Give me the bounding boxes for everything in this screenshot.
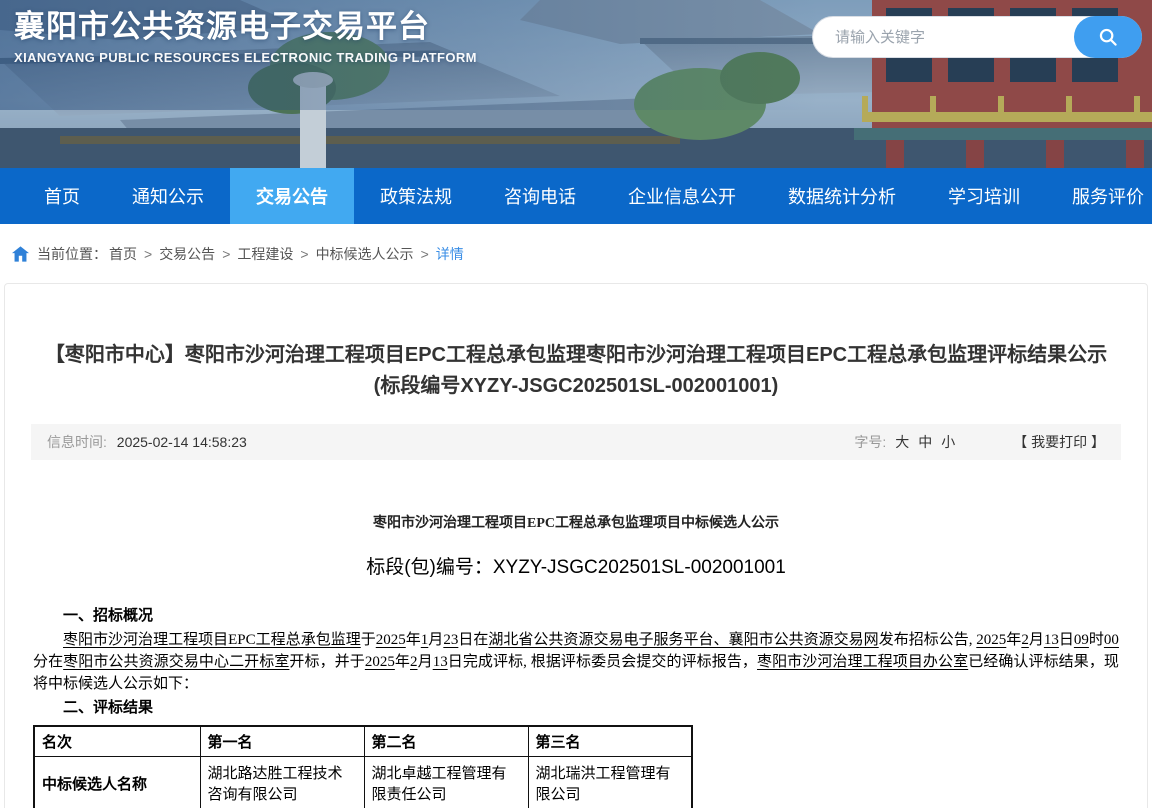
table-row: 中标候选人名称 湖北路达胜工程技术咨询有限公司 湖北卓越工程管理有限责任公司 湖… bbox=[34, 757, 692, 808]
site-search bbox=[812, 16, 1142, 58]
bid-section-code: 标段(包)编号：XYZY-JSGC202501SL-002001001 bbox=[33, 552, 1119, 579]
fontsize-large-button[interactable]: 大 bbox=[895, 432, 909, 452]
article-title: 【枣阳市中心】枣阳市沙河治理工程项目EPC工程总承包监理枣阳市沙河治理工程项目E… bbox=[39, 340, 1113, 402]
site-banner: 襄阳市公共资源电子交易平台 XIANGYANG PUBLIC RESOURCES… bbox=[0, 0, 1152, 168]
overview-paragraph: 枣阳市沙河治理工程项目EPC工程总承包监理于2025年1月23日在湖北省公共资源… bbox=[33, 629, 1119, 695]
breadcrumb-item-trade-announcements[interactable]: 交易公告 bbox=[159, 244, 215, 264]
breadcrumb-separator: > bbox=[144, 246, 152, 262]
search-input[interactable] bbox=[813, 17, 1069, 57]
nav-item-consult-phone[interactable]: 咨询电话 bbox=[478, 168, 602, 224]
section2-title: 二、评标结果 bbox=[33, 697, 1119, 719]
row-label-candidate-name: 中标候选人名称 bbox=[34, 757, 200, 808]
nav-item-training[interactable]: 学习培训 bbox=[922, 168, 1046, 224]
document-body: 枣阳市沙河治理工程项目EPC工程总承包监理项目中标候选人公示 标段(包)编号：X… bbox=[5, 512, 1147, 808]
breadcrumb-separator: > bbox=[421, 246, 429, 262]
nav-item-policies[interactable]: 政策法规 bbox=[354, 168, 478, 224]
candidate-second: 湖北卓越工程管理有限责任公司 bbox=[364, 757, 528, 808]
section1-title: 一、招标概况 bbox=[33, 605, 1119, 627]
fontsize-label: 字号: bbox=[854, 432, 886, 452]
site-subtitle: XIANGYANG PUBLIC RESOURCES ELECTRONIC TR… bbox=[14, 50, 477, 65]
breadcrumb-separator: > bbox=[222, 246, 230, 262]
print-button[interactable]: 【 我要打印 】 bbox=[1013, 432, 1105, 452]
home-icon bbox=[12, 246, 29, 262]
result-table: 名次 第一名 第二名 第三名 中标候选人名称 湖北路达胜工程技术咨询有限公司 湖… bbox=[33, 725, 693, 808]
nav-item-trade-announcements[interactable]: 交易公告 bbox=[230, 168, 354, 224]
site-brand: 襄阳市公共资源电子交易平台 XIANGYANG PUBLIC RESOURCES… bbox=[14, 8, 477, 65]
fontsize-small-button[interactable]: 小 bbox=[941, 432, 955, 452]
search-button[interactable] bbox=[1074, 16, 1142, 58]
table-header-first: 第一名 bbox=[200, 726, 364, 757]
main-nav: 首页 通知公示 交易公告 政策法规 咨询电话 企业信息公开 数据统计分析 学习培… bbox=[0, 168, 1152, 224]
fontsize-medium-button[interactable]: 中 bbox=[918, 432, 932, 452]
search-icon bbox=[1097, 26, 1119, 48]
time-value: 2025-02-14 14:58:23 bbox=[117, 434, 247, 450]
breadcrumb-prefix: 当前位置： bbox=[37, 244, 107, 264]
candidate-third: 湖北瑞洪工程管理有限公司 bbox=[528, 757, 692, 808]
nav-item-notices[interactable]: 通知公示 bbox=[106, 168, 230, 224]
nav-item-enterprise-info[interactable]: 企业信息公开 bbox=[602, 168, 762, 224]
table-header-rank: 名次 bbox=[34, 726, 200, 757]
breadcrumb-item-engineering[interactable]: 工程建设 bbox=[237, 244, 293, 264]
breadcrumb-separator: > bbox=[300, 246, 308, 262]
breadcrumb-item-winner-publicity[interactable]: 中标候选人公示 bbox=[316, 244, 414, 264]
breadcrumb-item-home[interactable]: 首页 bbox=[109, 244, 137, 264]
nav-item-service-rating[interactable]: 服务评价 bbox=[1046, 168, 1152, 224]
nav-item-statistics[interactable]: 数据统计分析 bbox=[762, 168, 922, 224]
document-heading: 枣阳市沙河治理工程项目EPC工程总承包监理项目中标候选人公示 bbox=[33, 512, 1119, 532]
breadcrumb-item-detail: 详情 bbox=[436, 244, 464, 264]
article-meta-time: 信息时间: 2025-02-14 14:58:23 bbox=[47, 432, 247, 452]
article-meta-tools: 字号: 大 中 小 【 我要打印 】 bbox=[854, 432, 1105, 452]
article-meta-bar: 信息时间: 2025-02-14 14:58:23 字号: 大 中 小 【 我要… bbox=[31, 424, 1121, 460]
table-header-second: 第二名 bbox=[364, 726, 528, 757]
time-label: 信息时间: bbox=[47, 434, 107, 450]
breadcrumb: 当前位置： 首页 > 交易公告 > 工程建设 > 中标候选人公示 > 详情 bbox=[0, 224, 1152, 283]
nav-item-home[interactable]: 首页 bbox=[18, 168, 106, 224]
site-title: 襄阳市公共资源电子交易平台 bbox=[14, 8, 477, 46]
candidate-first: 湖北路达胜工程技术咨询有限公司 bbox=[200, 757, 364, 808]
table-header-row: 名次 第一名 第二名 第三名 bbox=[34, 726, 692, 757]
table-header-third: 第三名 bbox=[528, 726, 692, 757]
article-container: 【枣阳市中心】枣阳市沙河治理工程项目EPC工程总承包监理枣阳市沙河治理工程项目E… bbox=[4, 283, 1148, 808]
